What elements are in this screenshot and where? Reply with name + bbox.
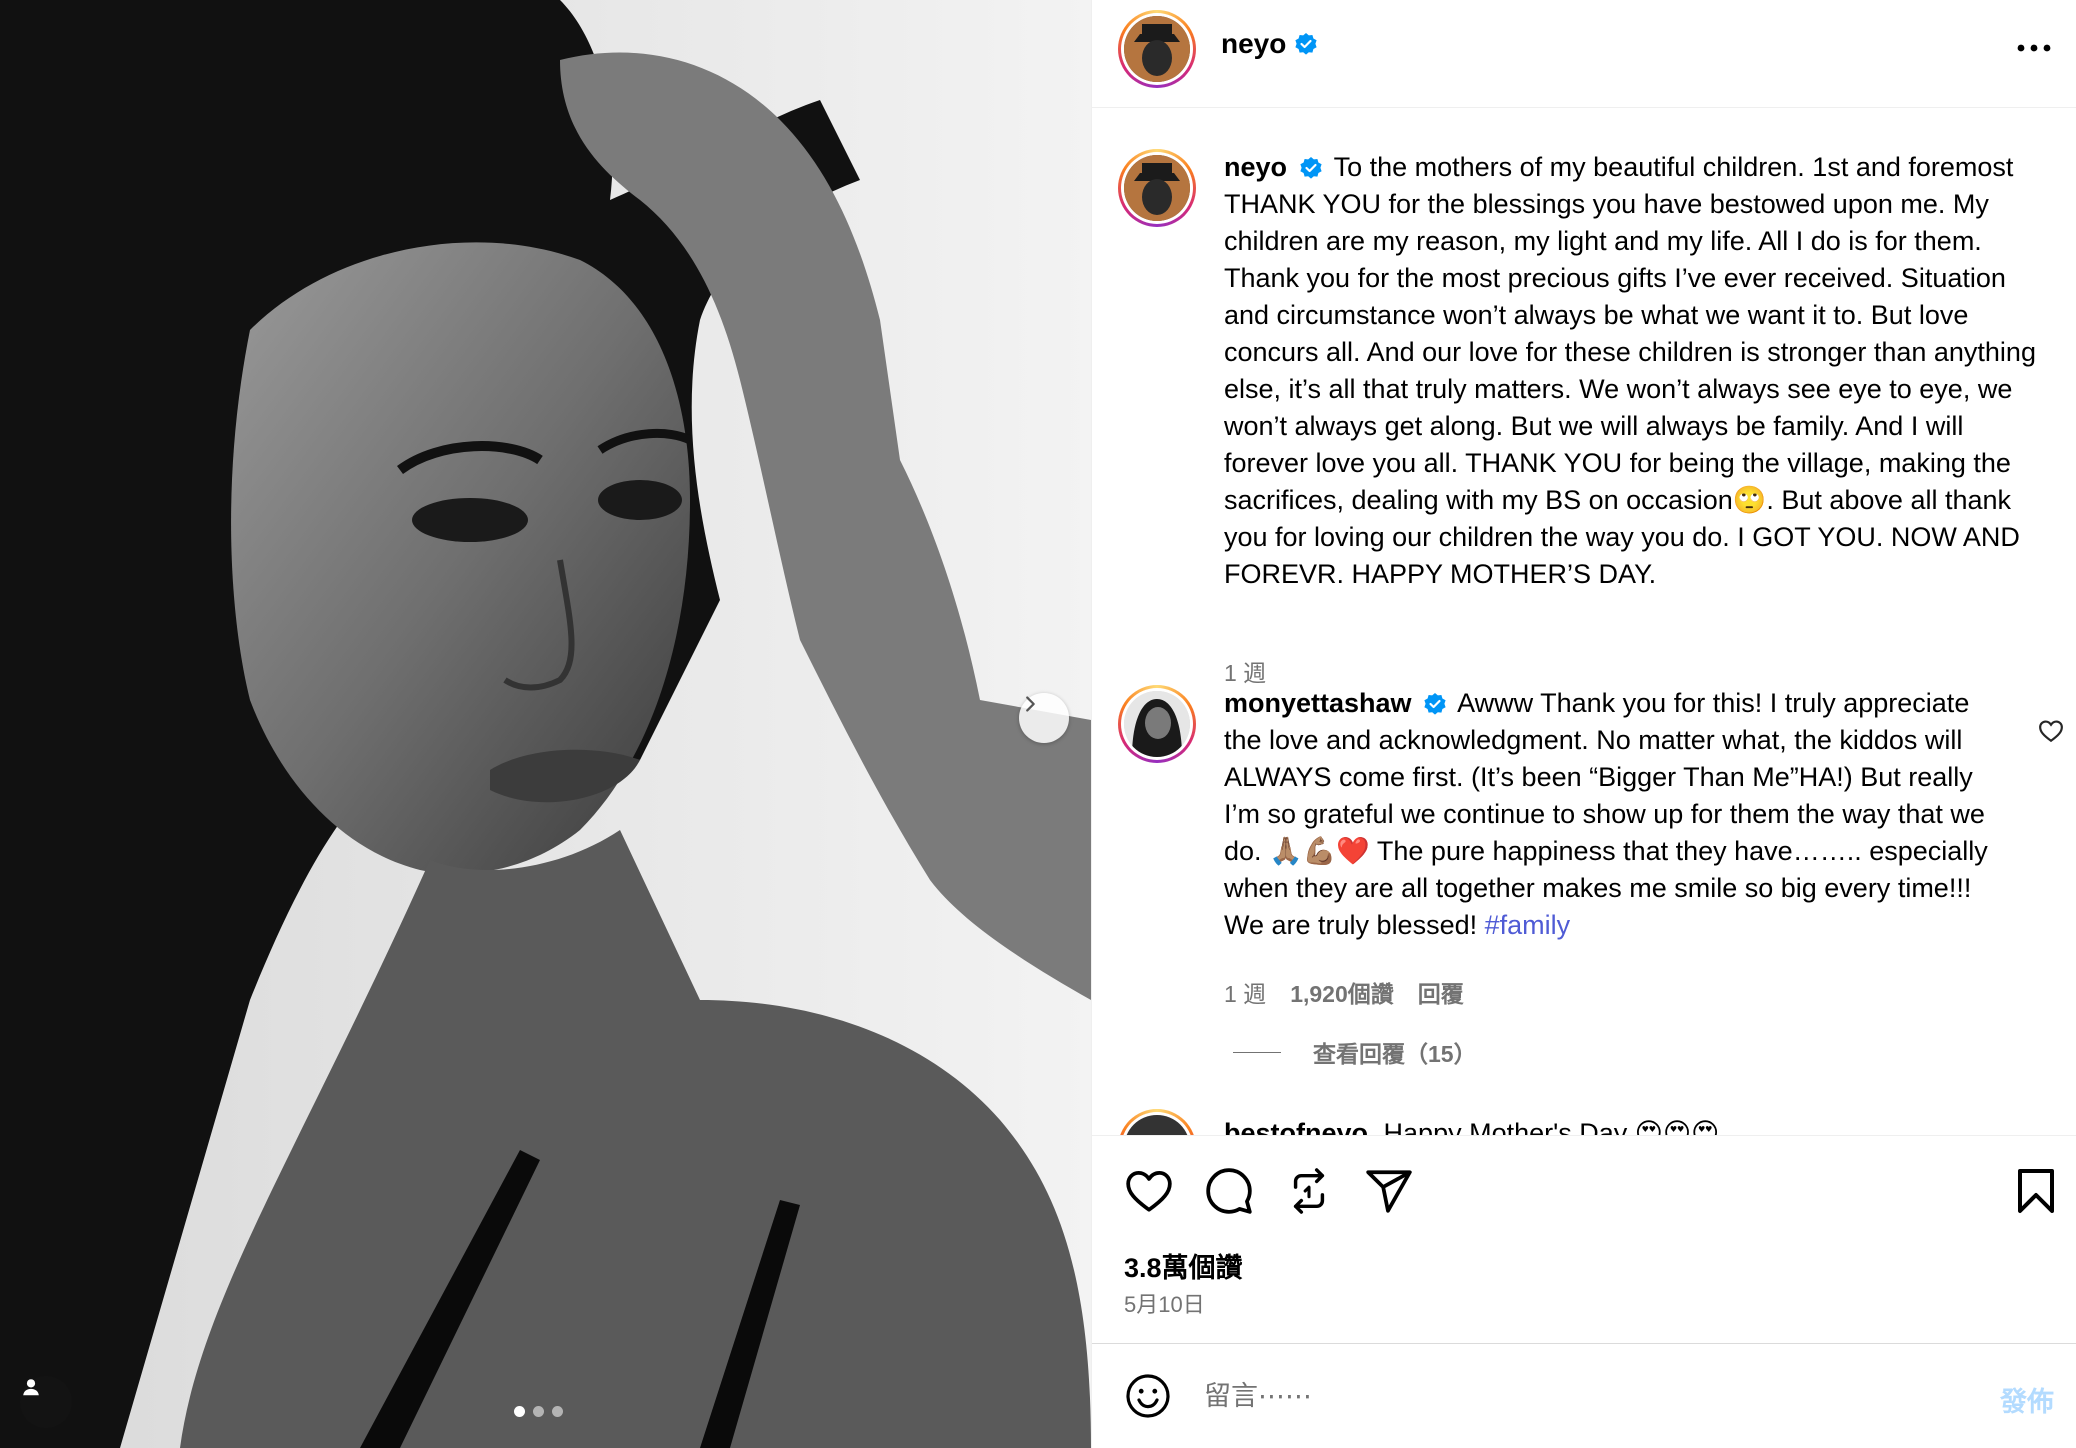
comment-username[interactable]: bestofneyo [1224, 1118, 1368, 1135]
repost-icon[interactable] [1286, 1166, 1332, 1216]
comment-composer: 發佈 [1092, 1343, 2076, 1448]
comment-username[interactable]: monyettashaw [1224, 688, 1412, 718]
comment-icon[interactable] [1204, 1166, 1254, 1216]
user-tag-button[interactable] [20, 1376, 72, 1428]
chevron-right-icon [1026, 696, 1035, 712]
post-header: neyo [1092, 0, 2076, 108]
more-icon [2017, 44, 2051, 52]
comment-timestamp[interactable]: 1 週 [1224, 975, 1266, 1009]
share-icon[interactable] [1364, 1166, 1414, 1216]
portrait-image [0, 0, 1091, 1448]
post-date[interactable]: 5月10日 [1124, 1287, 1205, 1319]
carousel-dot-active [514, 1406, 525, 1417]
caption-text: To the mothers of my beautiful children.… [1224, 152, 2036, 589]
instagram-post-view: neyo neyo To the mothers of my beautiful… [0, 0, 2076, 1448]
bookmark-icon[interactable] [2016, 1166, 2056, 1216]
caption-text-block: neyo To the mothers of my beautiful chil… [1224, 149, 2049, 593]
comment-text: Awww Thank you for this! I truly appreci… [1224, 688, 1988, 940]
post-actions-bar: 3.8萬個讚 5月10日 [1092, 1135, 2076, 1343]
comment-avatar[interactable] [1118, 1109, 1196, 1135]
caption-username[interactable]: neyo [1224, 152, 1287, 182]
carousel-next-button[interactable] [1019, 693, 1069, 743]
caption-timestamp[interactable]: 1 週 [1224, 654, 1266, 688]
author-username[interactable]: neyo [1221, 28, 1286, 60]
reply-button[interactable]: 回覆 [1418, 975, 1464, 1009]
post-photo [0, 0, 1091, 1448]
comment-text-block: bestofneyo Happy Mother's Day 😍😍😍 [1224, 1115, 2049, 1135]
caption-avatar[interactable] [1118, 149, 1196, 227]
comment-input[interactable] [1204, 1372, 1904, 1420]
post-like-count[interactable]: 3.8萬個讚 [1124, 1246, 1243, 1285]
verified-badge-icon [1295, 33, 1317, 55]
verified-badge-icon [1424, 693, 1446, 715]
avatar-image [1124, 691, 1190, 757]
caption-meta: 1 週 [1224, 654, 1266, 688]
comment-text: Happy Mother's Day 😍😍😍 [1383, 1118, 1720, 1135]
comments-list[interactable]: neyo To the mothers of my beautiful chil… [1092, 109, 2076, 1135]
more-options-button[interactable] [2009, 30, 2059, 66]
user-tag-icon [23, 1379, 39, 1396]
heart-icon[interactable] [1124, 1168, 1174, 1214]
replies-divider [1233, 1051, 1281, 1053]
verified-badge-icon [1299, 157, 1322, 179]
avatar-image [1124, 16, 1190, 82]
post-comment-button[interactable]: 發佈 [2000, 1380, 2054, 1419]
comment-like-icon[interactable] [2038, 719, 2064, 743]
post-details-panel: neyo neyo To the mothers of my beautiful… [1091, 0, 2076, 1448]
author-avatar[interactable] [1118, 10, 1196, 88]
comment-text-block: monyettashaw Awww Thank you for this! I … [1224, 685, 2014, 944]
carousel-dot [552, 1406, 563, 1417]
comment-avatar[interactable] [1118, 685, 1196, 763]
view-replies-button[interactable]: 查看回覆（15） [1233, 1035, 1477, 1069]
comment-meta: 1 週 1,920個讚 回覆 [1224, 975, 1464, 1009]
comment-like-count[interactable]: 1,920個讚 [1290, 975, 1394, 1009]
avatar-image [1124, 155, 1190, 221]
carousel-dot [533, 1406, 544, 1417]
view-replies-label: 查看回覆（15） [1313, 1041, 1477, 1067]
carousel-indicator [514, 1406, 563, 1417]
emoji-icon[interactable] [1124, 1372, 1172, 1420]
comment-hashtag[interactable]: #family [1485, 910, 1571, 940]
